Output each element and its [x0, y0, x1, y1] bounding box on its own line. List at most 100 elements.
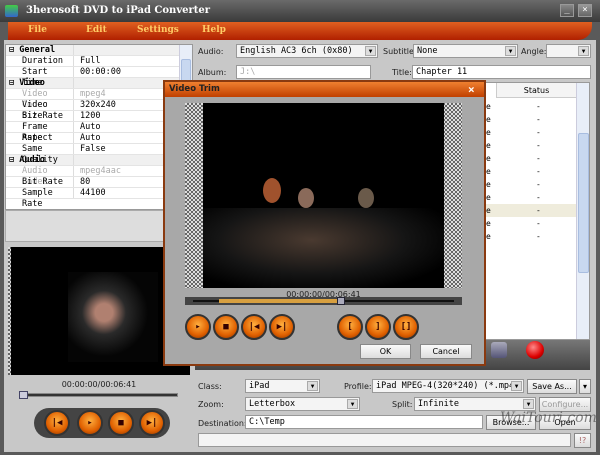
zoom-select[interactable]: Letterbox ▼: [245, 397, 360, 411]
start-convert-button[interactable]: [526, 341, 544, 359]
property-value[interactable]: 44100: [74, 188, 106, 198]
profile-label: Profile:: [344, 382, 372, 391]
row-fragment: e: [486, 180, 491, 189]
property-value: [74, 78, 80, 88]
property-value[interactable]: 00:00:00: [74, 67, 121, 77]
trim-slider[interactable]: [185, 297, 462, 305]
destination-field[interactable]: C:\Temp: [245, 415, 483, 429]
prev-button[interactable]: |◀: [44, 410, 70, 436]
split-label: Split:: [392, 400, 413, 409]
profile-select[interactable]: iPad MPEG-4(320*240) (*.mp4) ▼: [372, 379, 524, 393]
trim-stop-button[interactable]: ■: [213, 314, 239, 340]
row-status: -: [536, 128, 541, 137]
property-value[interactable]: 1200: [74, 111, 100, 121]
class-label: Class:: [198, 382, 222, 391]
collapse-icon[interactable]: ⊟: [9, 155, 19, 165]
status-header[interactable]: Status: [496, 83, 576, 98]
property-name: Audio Codec: [6, 166, 74, 187]
watermark: WaiTouri.com: [500, 410, 597, 426]
zoom-label: Zoom:: [198, 400, 224, 409]
row-status: -: [536, 141, 541, 150]
dialog-title-bar[interactable]: Video Trim: [165, 82, 484, 97]
set-start-button[interactable]: [: [337, 314, 363, 340]
trim-video-area: [185, 103, 462, 288]
save-as-button[interactable]: Save As...: [527, 379, 577, 394]
property-row[interactable]: Start Time 00:00:00: [6, 67, 192, 88]
album-label: Album:: [198, 68, 227, 77]
property-name: ⊟ Video: [6, 78, 74, 88]
trim-segment-button[interactable]: []: [393, 314, 419, 340]
trim-handle[interactable]: [336, 297, 345, 305]
row-status: -: [536, 115, 541, 124]
row-fragment: e: [486, 154, 491, 163]
property-value[interactable]: 320x240: [74, 100, 116, 110]
title-bar: 3herosoft DVD to iPad Converter: [0, 0, 600, 22]
menu-file[interactable]: File: [28, 25, 47, 35]
trim-next-button[interactable]: ▶|: [269, 314, 295, 340]
property-value[interactable]: False: [74, 144, 106, 154]
trim-prev-button[interactable]: |◀: [241, 314, 267, 340]
trim-play-button[interactable]: ▸: [185, 314, 211, 340]
row-status: -: [536, 232, 541, 241]
angle-label: Angle:: [521, 47, 547, 56]
dialog-close-icon[interactable]: ×: [468, 83, 475, 96]
menu-help[interactable]: Help: [202, 25, 226, 35]
property-value[interactable]: Full: [74, 56, 100, 66]
minimize-button[interactable]: _: [560, 4, 574, 17]
split-select[interactable]: Infinite ▼: [414, 397, 536, 411]
property-value[interactable]: mpeg4: [74, 89, 106, 99]
audio-select[interactable]: English AC3 6ch (0x80) ▼: [236, 44, 378, 58]
set-end-button[interactable]: ]: [365, 314, 391, 340]
title-field[interactable]: Chapter 11: [412, 65, 591, 79]
row-fragment: e: [486, 219, 491, 228]
close-button[interactable]: ×: [578, 4, 592, 17]
row-status: -: [536, 167, 541, 176]
angle-select[interactable]: ▼: [546, 44, 591, 58]
property-value[interactable]: Auto: [74, 122, 100, 132]
preview-time: 00:00:00/00:06:41: [61, 380, 137, 389]
property-name: Start Time: [6, 67, 74, 88]
preview-seek-slider[interactable]: [19, 391, 178, 399]
row-fragment: e: [486, 232, 491, 241]
property-value[interactable]: mpeg4aac: [74, 166, 121, 176]
property-category[interactable]: ⊟ General: [6, 45, 192, 56]
row-fragment: e: [486, 115, 491, 124]
property-value: [74, 45, 80, 55]
property-name: Video Codec: [6, 89, 74, 110]
property-name: Video Size: [6, 100, 74, 121]
row-status: -: [536, 180, 541, 189]
title-label: Title:: [392, 68, 412, 77]
ok-button[interactable]: OK: [360, 344, 411, 359]
row-fragment: e: [486, 206, 491, 215]
row-fragment: e: [486, 167, 491, 176]
collapse-icon[interactable]: ⊟: [9, 78, 19, 88]
video-trim-dialog: Video Trim × 00:00:00/00:06:41 ▸ ■ |◀ ▶|…: [163, 80, 486, 366]
property-value[interactable]: Auto: [74, 133, 100, 143]
next-button[interactable]: ▶|: [139, 410, 165, 436]
stop-convert-button[interactable]: [491, 342, 507, 358]
property-name: Same Quality: [6, 144, 74, 165]
app-icon: [5, 5, 18, 17]
row-status: -: [536, 102, 541, 111]
property-row[interactable]: Duration Full: [6, 56, 192, 67]
class-select[interactable]: iPad ▼: [245, 379, 320, 393]
row-status: -: [536, 219, 541, 228]
destination-label: Destination:: [198, 419, 247, 428]
menu-settings[interactable]: Settings: [137, 25, 179, 35]
cancel-button[interactable]: Cancel: [420, 344, 472, 359]
play-button[interactable]: ▸: [77, 410, 103, 436]
menu-edit[interactable]: Edit: [86, 25, 107, 35]
save-as-dropdown[interactable]: ▾: [579, 379, 591, 394]
property-value[interactable]: 80: [74, 177, 90, 187]
help-button[interactable]: !?: [574, 433, 591, 448]
window-title: 3herosoft DVD to iPad Converter: [26, 5, 211, 16]
album-field[interactable]: J:\: [236, 65, 371, 79]
stop-button[interactable]: ■: [108, 410, 134, 436]
row-fragment: e: [486, 141, 491, 150]
subtitle-select[interactable]: None ▼: [413, 44, 518, 58]
table-scrollbar[interactable]: [576, 83, 589, 339]
property-name: Frame Rate: [6, 122, 74, 143]
collapse-icon[interactable]: ⊟: [9, 45, 19, 55]
dialog-title: Video Trim: [169, 84, 220, 94]
property-name: Bit Rate: [6, 111, 74, 121]
